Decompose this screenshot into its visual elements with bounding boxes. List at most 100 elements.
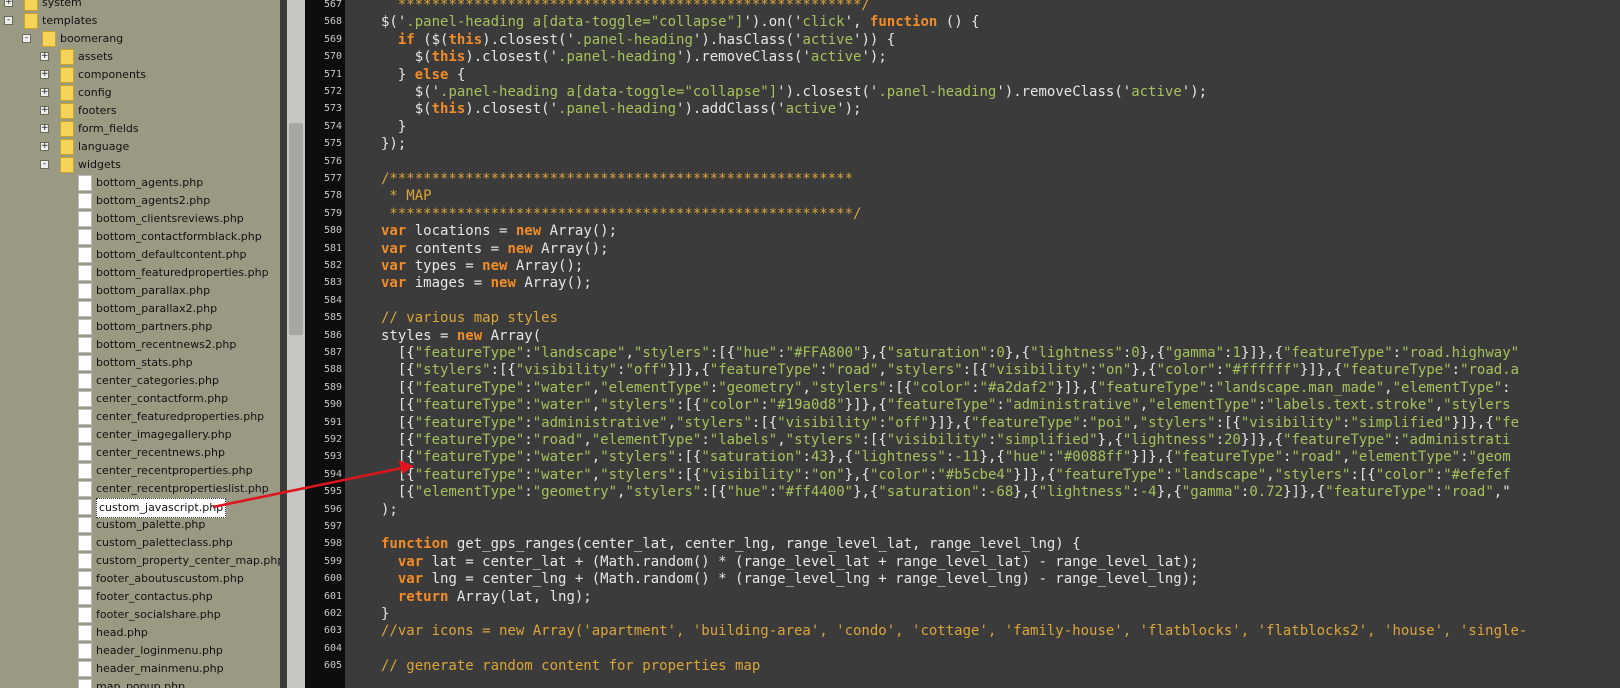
tree-folder-row[interactable]: + assets [0,48,280,66]
tree-file-row[interactable]: center_imagegallery.php [0,426,280,444]
expand-icon[interactable]: + [4,0,13,7]
tree-folder-row[interactable]: + components [0,66,280,84]
code-token: } [381,606,390,622]
code-line: // various map styles [381,309,558,327]
file-icon [78,625,92,641]
tree-file-row[interactable]: bottom_stats.php [0,354,280,372]
code-token: : [1131,484,1140,501]
tree-item-label: head.php [96,626,148,639]
code-token: :[{ [676,397,702,414]
expand-icon[interactable]: + [40,88,49,97]
tree-file-row[interactable]: center_featuredproperties.php [0,408,280,426]
tree-item-label: bottom_defaultcontent.php [96,248,247,261]
tree-file-row[interactable]: footer_aboutuscustom.php [0,570,280,588]
tree-file-row[interactable]: center_recentnews.php [0,444,280,462]
line-number: 588 [323,364,342,376]
tree-file-row[interactable]: bottom_parallax.php [0,282,280,300]
tree-folder-row[interactable]: - boomerang [0,30,280,48]
code-token: : [524,432,533,448]
tree-file-row[interactable]: center_categories.php [0,372,280,390]
code-token: "stylers" [676,414,752,431]
file-icon [78,301,92,317]
tree-file-row[interactable]: bottom_parallax2.php [0,300,280,318]
tree-file-row[interactable]: map_popup.php [0,678,280,688]
tree-file-row[interactable]: custom_palette.php [0,516,280,534]
code-token: types = [406,258,483,274]
tree-folder-row[interactable]: - widgets [0,156,280,174]
line-number: 595 [323,486,342,498]
code-line: /***************************************… [381,170,853,188]
tree-item-label: bottom_featuredproperties.php [96,266,269,279]
expand-icon[interactable]: + [40,142,49,151]
code-token: [{ [381,414,415,431]
code-token: }]},{ [844,397,887,414]
tree-file-row[interactable]: custom_property_center_map.php [0,552,280,570]
code-token: : [1460,449,1469,466]
code-token: "stylers" [785,432,862,448]
file-tree-scrollbar[interactable] [287,0,305,688]
tree-file-row[interactable]: bottom_recentnews2.php [0,336,280,354]
code-token: : [524,414,533,431]
code-token: "featureType" [414,432,525,448]
file-icon [78,661,92,677]
tree-file-row[interactable]: center_recentproperties.php [0,462,280,480]
code-line: [{"featureType":"water","stylers":[{"vis… [381,466,1511,484]
tree-folder-row[interactable]: + language [0,138,280,156]
tree-item-label: bottom_clientsreviews.php [96,212,244,225]
code-token: active [1131,84,1182,100]
tree-file-row[interactable]: bottom_agents.php [0,174,280,192]
code-token: function [381,536,449,553]
code-line: var lng = center_lng + (Math.random() * … [381,570,1199,588]
tree-file-row[interactable]: header_mainmenu.php [0,660,280,678]
code-token: "lightness" [1030,345,1123,361]
tree-folder-row[interactable]: + config [0,84,280,102]
code-token: -68 [987,484,1014,501]
tree-file-row[interactable]: bottom_contactformblack.php [0,228,280,246]
code-token: : [709,379,719,396]
tree-file-row[interactable]: footer_socialshare.php [0,606,280,624]
tree-file-row[interactable]: footer_contactus.php [0,588,280,606]
code-token: "featureType" [1283,432,1393,448]
tree-folder-row[interactable]: + system [0,0,280,12]
tree-file-row[interactable]: center_contactform.php [0,390,280,408]
tree-file-row[interactable]: head.php [0,624,280,642]
code-token: "lightness" [1038,484,1132,501]
collapse-icon[interactable]: - [22,34,31,43]
tree-file-row[interactable]: custom_paletteclass.php [0,534,280,552]
code-token: : [1257,397,1267,414]
tree-folder-row[interactable]: + form_fields [0,120,280,138]
code-token: "featureType" [414,414,525,431]
line-number: 596 [323,503,342,515]
code-token: "administrative" [532,414,668,431]
code-token: ')) { [853,31,896,48]
code-editor[interactable]: 567 568 569 570 571 572 573 574 575 576 577 578 579 5… [305,0,1620,688]
tree-file-row[interactable]: custom_javascript.php [0,498,280,518]
tree-folder-row[interactable]: + footers [0,102,280,120]
collapse-icon[interactable]: - [4,16,13,25]
expand-icon[interactable]: + [40,52,49,61]
code-token: :[{ [962,362,988,379]
code-token: , [667,414,677,431]
code-token: : [524,397,533,414]
code-token: },{ [1139,345,1166,361]
code-line: $(this).closest('.panel-heading').remove… [381,48,887,66]
tree-file-row[interactable]: bottom_defaultcontent.php [0,246,280,264]
line-number: 580 [323,225,342,237]
tree-file-row[interactable]: bottom_clientsreviews.php [0,210,280,228]
collapse-icon[interactable]: - [40,160,49,169]
expand-icon[interactable]: + [40,70,49,79]
code-token: },{ [979,449,1005,466]
file-tree-scrollbar-thumb[interactable] [289,123,303,335]
tree-file-row[interactable]: bottom_agents2.php [0,192,280,210]
tree-folder-row[interactable]: - templates [0,12,280,30]
code-token: ).closest(' [465,49,559,66]
expand-icon[interactable]: + [40,124,49,133]
expand-icon[interactable]: + [40,106,49,115]
tree-file-row[interactable]: header_loginmenu.php [0,642,280,660]
code-token: [{ [381,397,415,414]
code-token: : [701,432,710,448]
tree-file-row[interactable]: center_recentpropertieslist.php [0,480,280,498]
tree-file-row[interactable]: bottom_partners.php [0,318,280,336]
tree-file-row[interactable]: bottom_featuredproperties.php [0,264,280,282]
